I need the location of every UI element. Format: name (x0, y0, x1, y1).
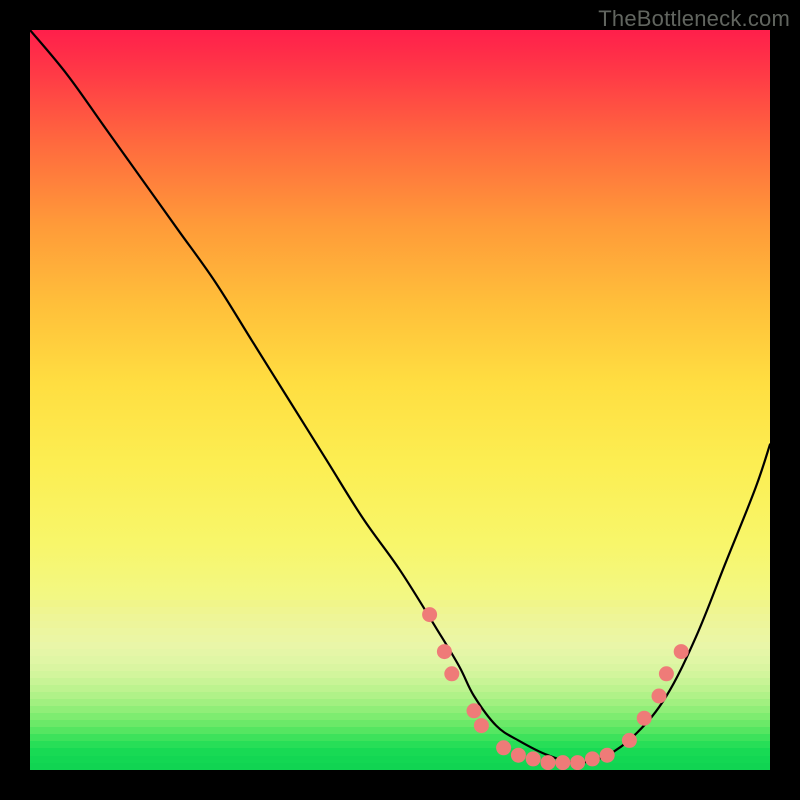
curve-marker (526, 751, 541, 766)
curve-marker (652, 689, 667, 704)
curve-marker (570, 755, 585, 770)
curve-marker (496, 740, 511, 755)
curve-marker (444, 666, 459, 681)
curve-marker (585, 751, 600, 766)
curve-marker (622, 733, 637, 748)
curve-markers (422, 607, 689, 770)
curve-marker (674, 644, 689, 659)
curve-marker (659, 666, 674, 681)
chart-frame: TheBottleneck.com (0, 0, 800, 800)
watermark-text: TheBottleneck.com (598, 6, 790, 32)
curve-marker (555, 755, 570, 770)
curve-marker (422, 607, 437, 622)
curve-marker (437, 644, 452, 659)
curve-marker (600, 748, 615, 763)
curve-marker (637, 711, 652, 726)
curve-marker (541, 755, 556, 770)
curve-marker (467, 703, 482, 718)
curve-svg (30, 30, 770, 770)
curve-marker (511, 748, 526, 763)
curve-marker (474, 718, 489, 733)
bottleneck-curve (30, 30, 770, 763)
plot-area (30, 30, 770, 770)
